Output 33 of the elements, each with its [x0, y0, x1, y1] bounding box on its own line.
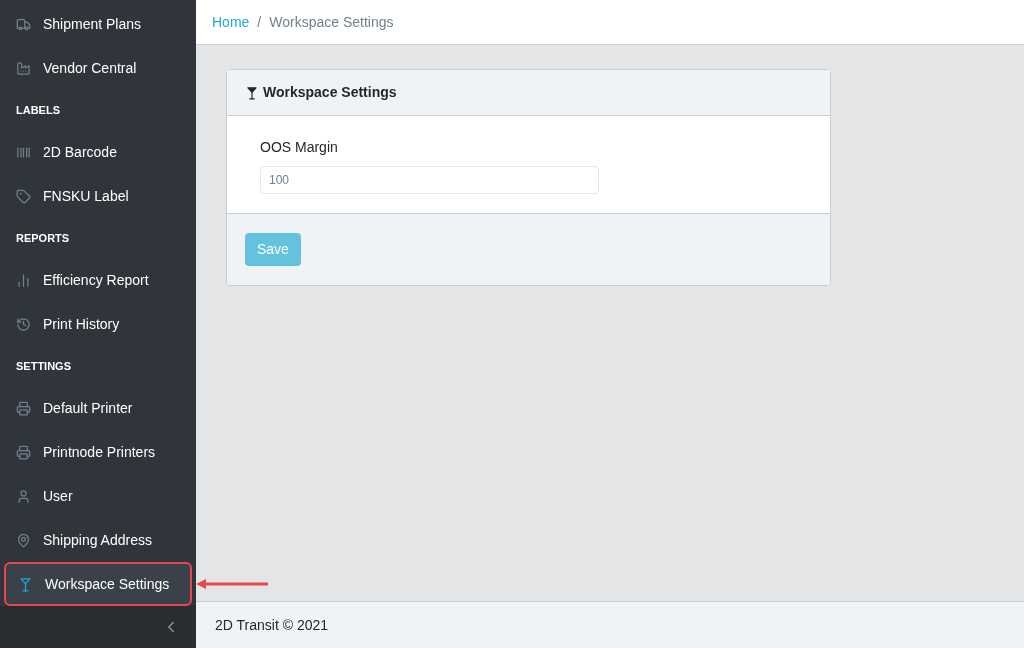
section-header: REPORTS: [16, 230, 70, 246]
section-header: LABELS: [16, 102, 60, 118]
sidebar-item[interactable]: Workspace Settings: [4, 562, 192, 606]
factory-icon: [16, 60, 31, 76]
sidebar-item[interactable]: Print History: [0, 302, 196, 346]
sidebar-item[interactable]: Vendor Central: [0, 46, 196, 90]
tag-icon: [16, 188, 31, 204]
sidebar-item[interactable]: Shipping Address: [0, 518, 196, 562]
cocktail-glass-icon: [18, 576, 33, 592]
user-icon: [16, 488, 31, 504]
annotation-arrow: [196, 578, 268, 590]
sidebar-item[interactable]: 2D Barcode: [0, 130, 196, 174]
cocktail-glass-icon: [245, 85, 259, 100]
sidebar-item[interactable]: Printnode Printers: [0, 430, 196, 474]
barcode-icon: [16, 144, 31, 160]
map-pin-icon: [16, 532, 31, 548]
breadcrumb-separator: /: [257, 12, 262, 32]
card-title: Workspace Settings: [263, 83, 397, 102]
printer-icon: [16, 444, 31, 460]
input-field[interactable]: 100: [260, 166, 599, 194]
sidebar-item[interactable]: Default Printer: [0, 386, 196, 430]
sidebar-item[interactable]: User: [0, 474, 196, 518]
sidebar-item[interactable]: FNSKU Label: [0, 174, 196, 218]
field-label: OOS Margin: [260, 138, 339, 157]
footer-text: 2D Transit © 2021: [215, 615, 329, 635]
truck-icon: [16, 16, 31, 32]
printer-icon: [16, 400, 31, 416]
sidebar-item[interactable]: Efficiency Report: [0, 258, 196, 302]
section-header: SETTINGS: [16, 358, 71, 374]
sidebar-item[interactable]: Shipment Plans: [0, 2, 196, 46]
breadcrumb-current: Workspace Settings: [269, 12, 394, 32]
history-icon: [16, 316, 31, 332]
bar-chart-icon: [16, 272, 31, 288]
